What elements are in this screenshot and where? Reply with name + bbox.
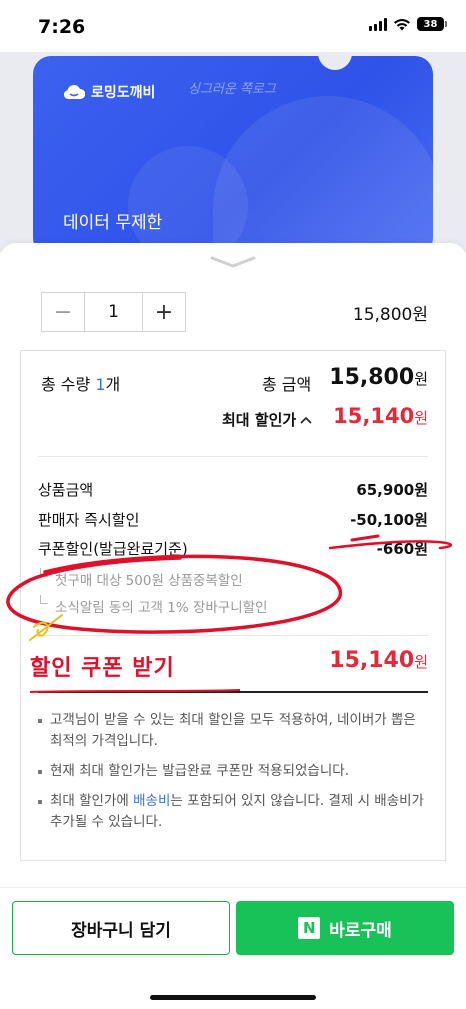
item-price: 15,800원 [353, 300, 428, 325]
buy-now-button[interactable]: N 바로구매 [236, 901, 454, 955]
first-purchase-discount: 첫구매 대상 500원 상품중복할인 [55, 573, 243, 589]
status-bar: 7:26 38 [0, 0, 466, 52]
divider [38, 635, 428, 636]
max-discount-toggle[interactable]: 최대 할인가 [222, 409, 312, 430]
product-banner: 로밍도깨비 싱그러운 쪽로그 데이터 무제한 [33, 56, 433, 256]
total-quantity-label: 총 수량 [41, 375, 96, 394]
total-quantity-number: 1 [95, 375, 106, 394]
battery-icon: 38 [417, 17, 447, 31]
coupon-discount-label: 쿠폰할인(발급완료기준) [38, 540, 188, 558]
product-amount-label: 상품금액 [38, 481, 94, 499]
divider-strong [38, 691, 428, 693]
note-text: 최대 할인가에 [50, 793, 134, 809]
item-price-unit: 원 [412, 305, 428, 325]
total-quantity: 총 수량 1개 [41, 371, 120, 395]
product-amount-value: 65,900원 [356, 481, 428, 499]
brand-logo: 로밍도깨비 [63, 82, 155, 102]
seller-discount-value: -50,100원 [350, 511, 428, 529]
max-discount-label: 최대 할인가 [222, 411, 297, 429]
cloud-icon [63, 84, 85, 99]
final-price-value: 15,140 [329, 648, 415, 673]
final-price-unit: 원 [414, 653, 428, 671]
status-icons: 38 [369, 17, 447, 31]
home-indicator [150, 995, 316, 1000]
total-amount-label: 총 금액 [262, 375, 312, 394]
shipping-fee-link[interactable]: 배송비 [133, 793, 170, 809]
total-amount-unit: 원 [414, 370, 428, 388]
chevron-up-icon [300, 416, 312, 424]
branch-icon [40, 595, 48, 604]
total-amount: 15,800원 [329, 365, 428, 390]
total-amount-value: 15,800 [329, 365, 415, 390]
buy-now-label: 바로구매 [329, 920, 392, 941]
final-price: 15,140원 [329, 648, 428, 673]
note-item: 최대 할인가에 배송비는 포함되어 있지 않습니다. 결제 시 배송비가 추가될… [36, 791, 432, 833]
note-item: 현재 최대 할인가는 발급완료 쿠폰만 적용되었습니다. [36, 761, 432, 782]
banner-notch [318, 56, 352, 70]
max-discount-unit: 원 [414, 409, 428, 427]
quantity-value[interactable]: 1 [84, 293, 143, 331]
banner-decor-arch [213, 96, 433, 256]
note-item: 고객님이 받을 수 있는 최대 할인을 모두 적용하여, 네이버가 뽑은 최적의… [36, 710, 432, 752]
coupon-discount-value: -660원 [376, 540, 428, 558]
sheet-collapse-handle-icon[interactable] [210, 256, 256, 268]
annotation-text: 할인 쿠폰 받기 [30, 656, 175, 681]
seller-discount-label: 판매자 즉시할인 [38, 511, 140, 529]
increment-button[interactable]: + [143, 293, 185, 331]
panel-bottom-border [20, 860, 446, 861]
notification-cart-discount: 소식알림 동의 고객 1% 장바구니할인 [55, 600, 268, 616]
bottom-action-bar: 장바구니 담기 N 바로구매 [0, 887, 466, 1009]
banner-title: 데이터 무제한 [63, 213, 163, 233]
banner-decor-circle [128, 146, 248, 256]
brand-name: 로밍도깨비 [91, 85, 156, 101]
purchase-sheet: − 1 + 15,800원 총 수량 1개 총 금액 15,800원 최대 할인… [0, 243, 466, 893]
status-time: 7:26 [38, 16, 86, 38]
battery-level: 38 [423, 18, 438, 30]
quantity-stepper[interactable]: − 1 + [41, 292, 186, 332]
item-price-value: 15,800 [352, 305, 413, 325]
banner-subtitle: 싱그러운 쪽로그 [188, 82, 276, 97]
signal-icon [369, 17, 387, 31]
max-discount-price: 15,140원 [333, 404, 428, 428]
wifi-icon [394, 18, 410, 30]
total-quantity-unit: 개 [105, 375, 121, 394]
add-to-cart-button[interactable]: 장바구니 담기 [12, 901, 230, 955]
price-notes: 고객님이 받을 수 있는 최대 할인을 모두 적용하여, 네이버가 뽑은 최적의… [36, 710, 432, 842]
divider [38, 456, 428, 457]
naver-logo-icon: N [298, 917, 321, 939]
branch-icon [40, 568, 48, 577]
decrement-button[interactable]: − [42, 293, 84, 331]
max-discount-value: 15,140 [333, 404, 415, 428]
